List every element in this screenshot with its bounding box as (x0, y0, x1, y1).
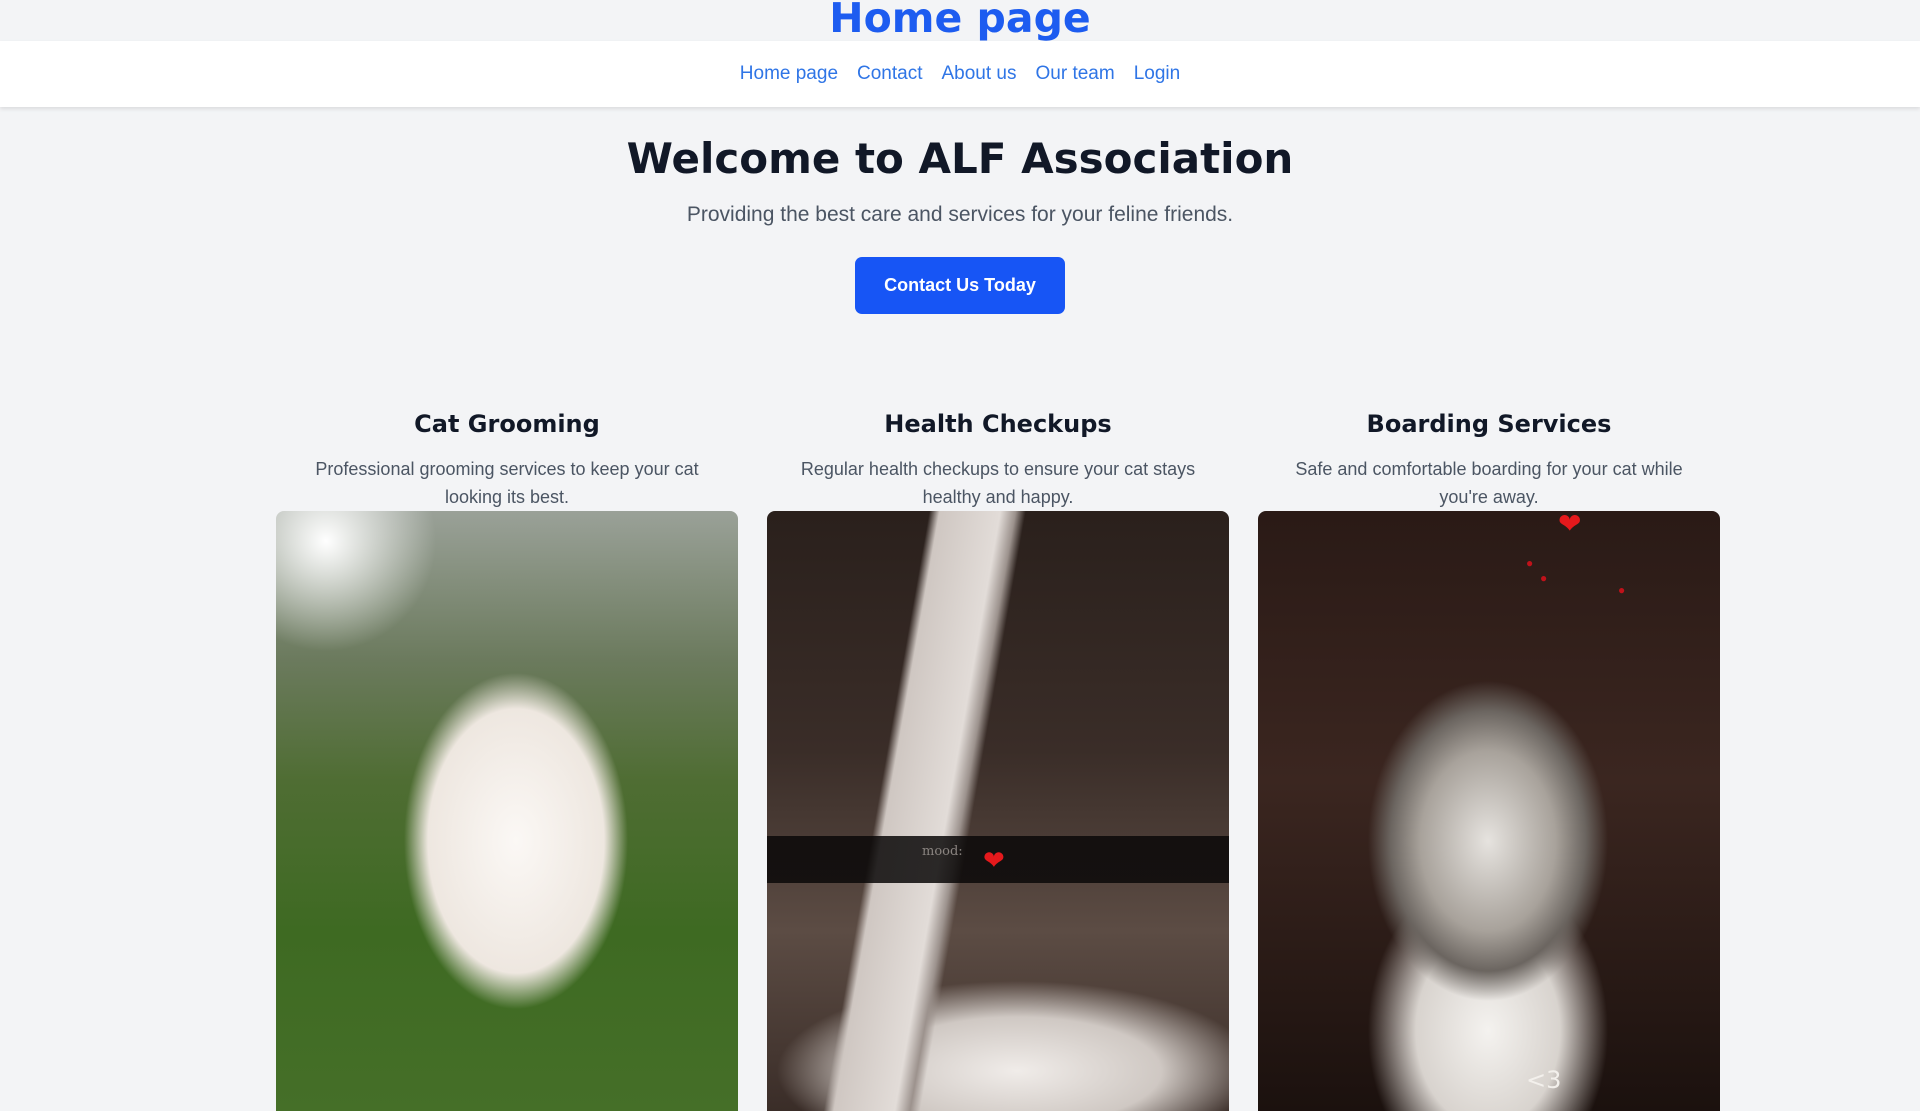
hero-subtitle: Providing the best care and services for… (686, 203, 1234, 226)
nav-link-contact[interactable]: Contact (857, 63, 922, 85)
services-section: Cat Grooming Professional grooming servi… (276, 405, 1720, 1111)
contact-us-button[interactable]: Contact Us Today (855, 257, 1065, 314)
main-navbar: Home page Contact About us Our team Logi… (0, 41, 1920, 107)
service-title: Cat Grooming (414, 410, 600, 438)
image-overlay-tag: <3 (1526, 1066, 1562, 1094)
service-description: Safe and comfortable boarding for your c… (1295, 459, 1683, 507)
heart-icon: ❤ (1558, 511, 1582, 539)
nav-link-login[interactable]: Login (1134, 63, 1181, 85)
service-title: Boarding Services (1366, 410, 1612, 438)
drop-icon: ● (1540, 571, 1548, 585)
nav-link-about[interactable]: About us (942, 63, 1017, 85)
hero-title: Welcome to ALF Association (626, 134, 1294, 183)
hero-section: Welcome to ALF Association Providing the… (0, 107, 1920, 314)
service-image-grooming (276, 511, 738, 1111)
nav-link-home[interactable]: Home page (740, 63, 838, 85)
site-title-bar: Home page (0, 0, 1920, 41)
service-card-boarding: Boarding Services Safe and comfortable b… (1258, 405, 1720, 1111)
drop-icon: ● (1526, 556, 1534, 570)
site-title: Home page (829, 0, 1091, 42)
service-card-grooming: Cat Grooming Professional grooming servi… (276, 405, 738, 1111)
service-card-health: Health Checkups Regular health checkups … (767, 405, 1229, 1111)
service-title: Health Checkups (884, 410, 1112, 438)
service-description: Regular health checkups to ensure your c… (800, 459, 1196, 507)
nav-link-team[interactable]: Our team (1036, 63, 1115, 85)
image-overlay-caption: mood: (922, 844, 963, 859)
service-image-health: mood: ❤ (767, 511, 1229, 1111)
drop-icon: ● (1618, 583, 1626, 597)
service-description: Professional grooming services to keep y… (315, 459, 699, 507)
service-image-boarding: ❤ ● ● ● <3 (1258, 511, 1720, 1111)
heart-icon: ❤ (983, 845, 1005, 875)
